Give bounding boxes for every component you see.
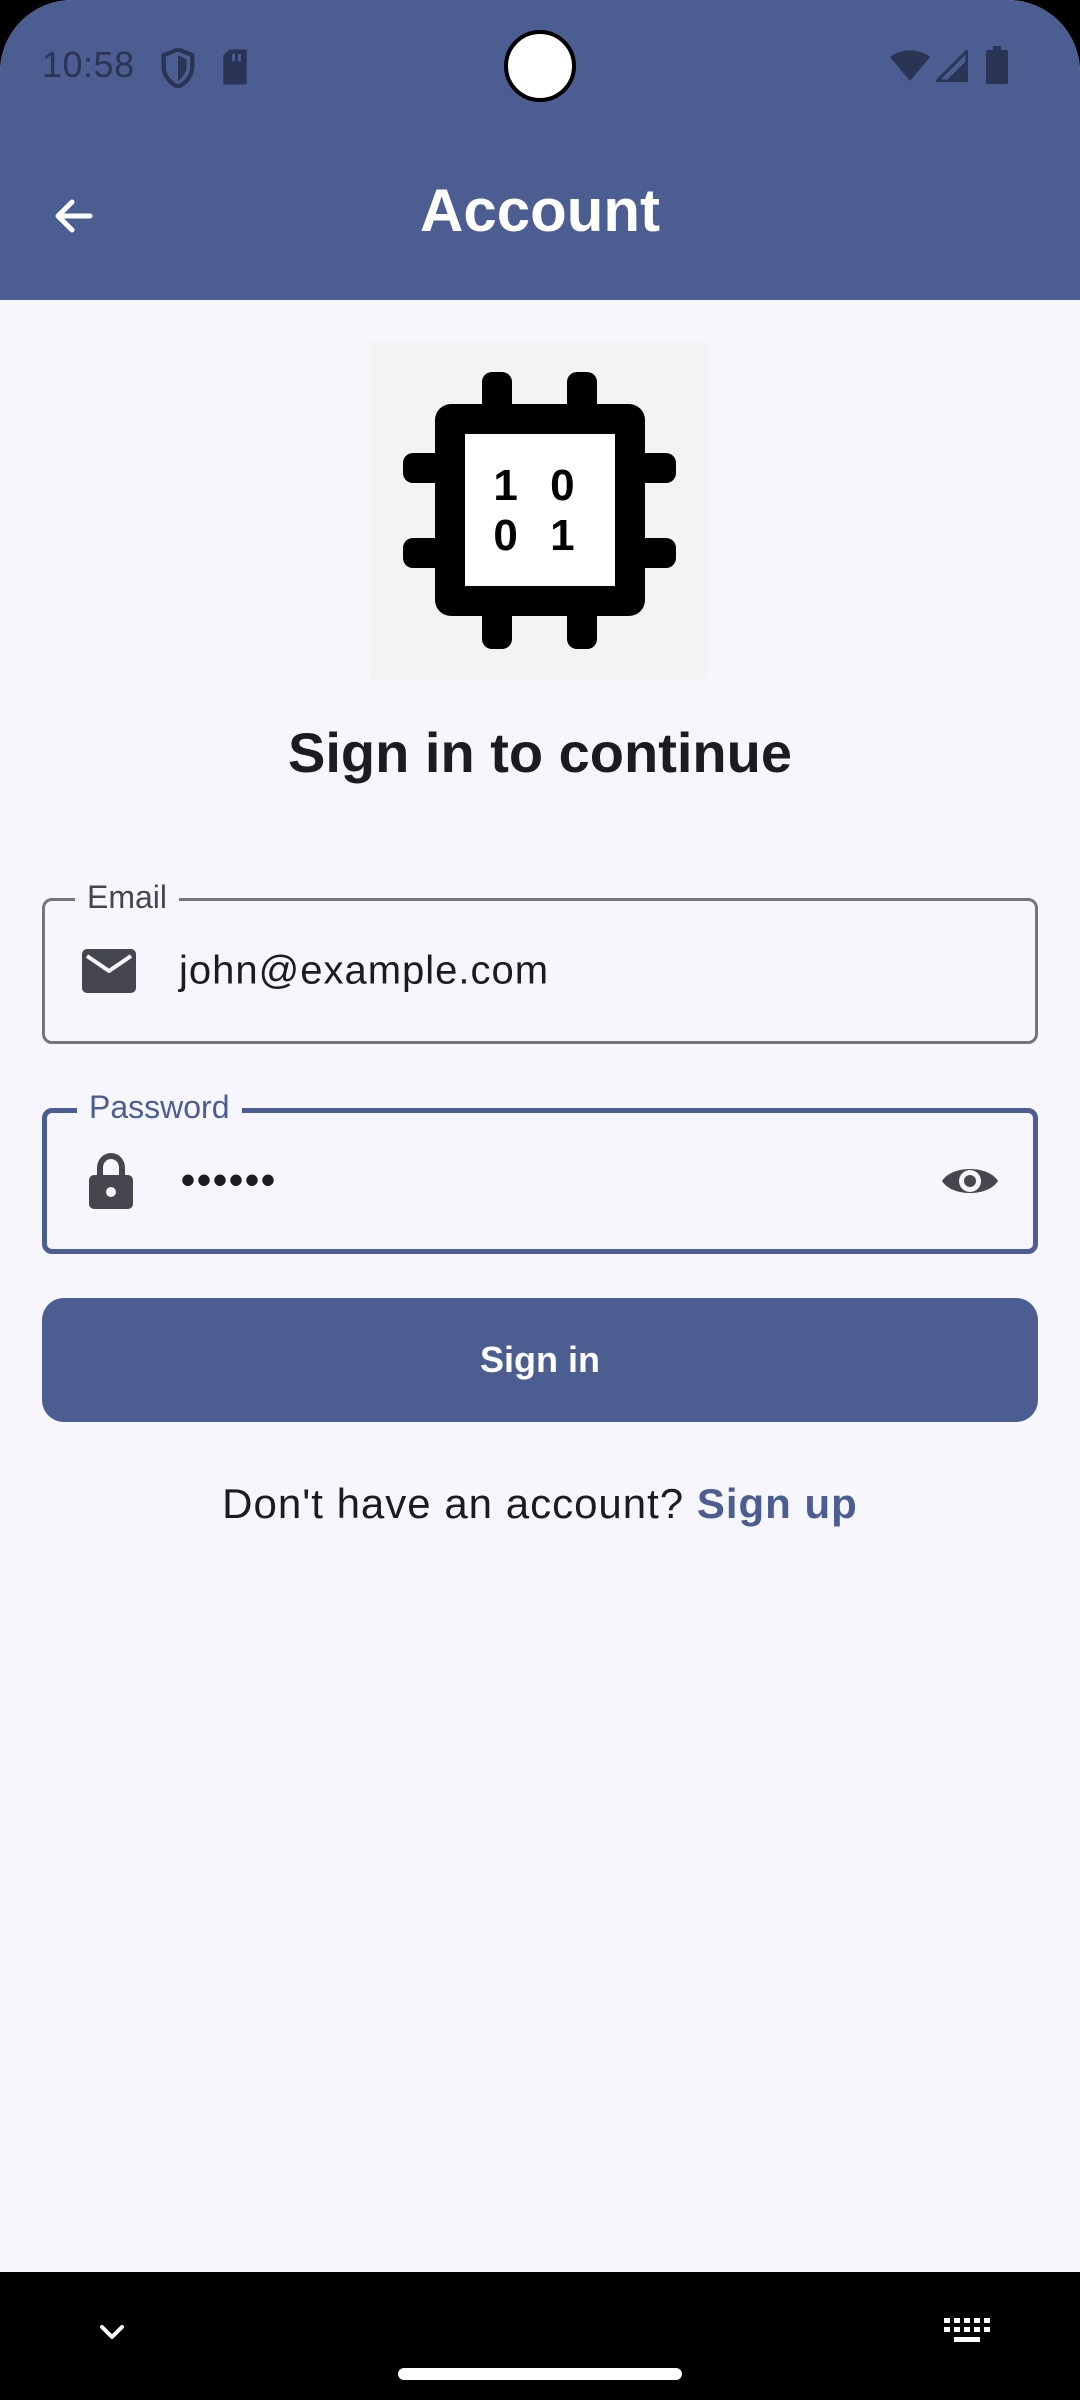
- lock-icon: [81, 1151, 141, 1211]
- page-title: Account: [420, 177, 660, 244]
- signup-prompt-text: Don't have an account?: [222, 1480, 697, 1527]
- home-gesture-handle[interactable]: [398, 2368, 682, 2380]
- sign-in-heading: Sign in to continue: [288, 721, 792, 784]
- chip-binary-logo: 1 0 0 1: [371, 342, 708, 679]
- logo-binary-row-2: 0 1: [493, 511, 584, 560]
- email-input[interactable]: john@example.com: [179, 949, 549, 994]
- wifi-icon: [890, 50, 930, 87]
- header: 10:58 Account: [0, 0, 1080, 300]
- screen: 10:58 Account 1 0 0 1 Sign in to continu…: [0, 0, 1080, 2400]
- password-field[interactable]: Password ••••••: [42, 1087, 1038, 1254]
- status-time: 10:58: [42, 44, 135, 85]
- sign-in-button[interactable]: Sign in: [42, 1298, 1038, 1422]
- chevron-down-icon[interactable]: [92, 2312, 132, 2352]
- camera-cutout: [504, 30, 576, 102]
- sign-in-button-label: Sign in: [480, 1339, 600, 1380]
- password-input[interactable]: ••••••: [181, 1159, 277, 1204]
- email-field[interactable]: Email john@example.com: [42, 877, 1038, 1044]
- mail-icon: [79, 941, 139, 1001]
- shield-icon: [160, 47, 196, 93]
- password-field-label: Password: [77, 1087, 242, 1127]
- sd-card-icon: [220, 48, 250, 91]
- battery-icon: [986, 46, 1008, 89]
- cellular-signal-icon: [933, 47, 969, 87]
- keyboard-icon[interactable]: [944, 2316, 990, 2356]
- logo-binary-row-1: 1 0: [493, 461, 584, 510]
- sign-up-link[interactable]: Sign up: [697, 1480, 858, 1527]
- email-field-label: Email: [75, 877, 180, 917]
- navigation-bar: [0, 2272, 1080, 2400]
- signup-prompt: Don't have an account? Sign up: [0, 1480, 1080, 1528]
- eye-icon[interactable]: [935, 1146, 1005, 1216]
- status-bar: 10:58: [0, 0, 1080, 134]
